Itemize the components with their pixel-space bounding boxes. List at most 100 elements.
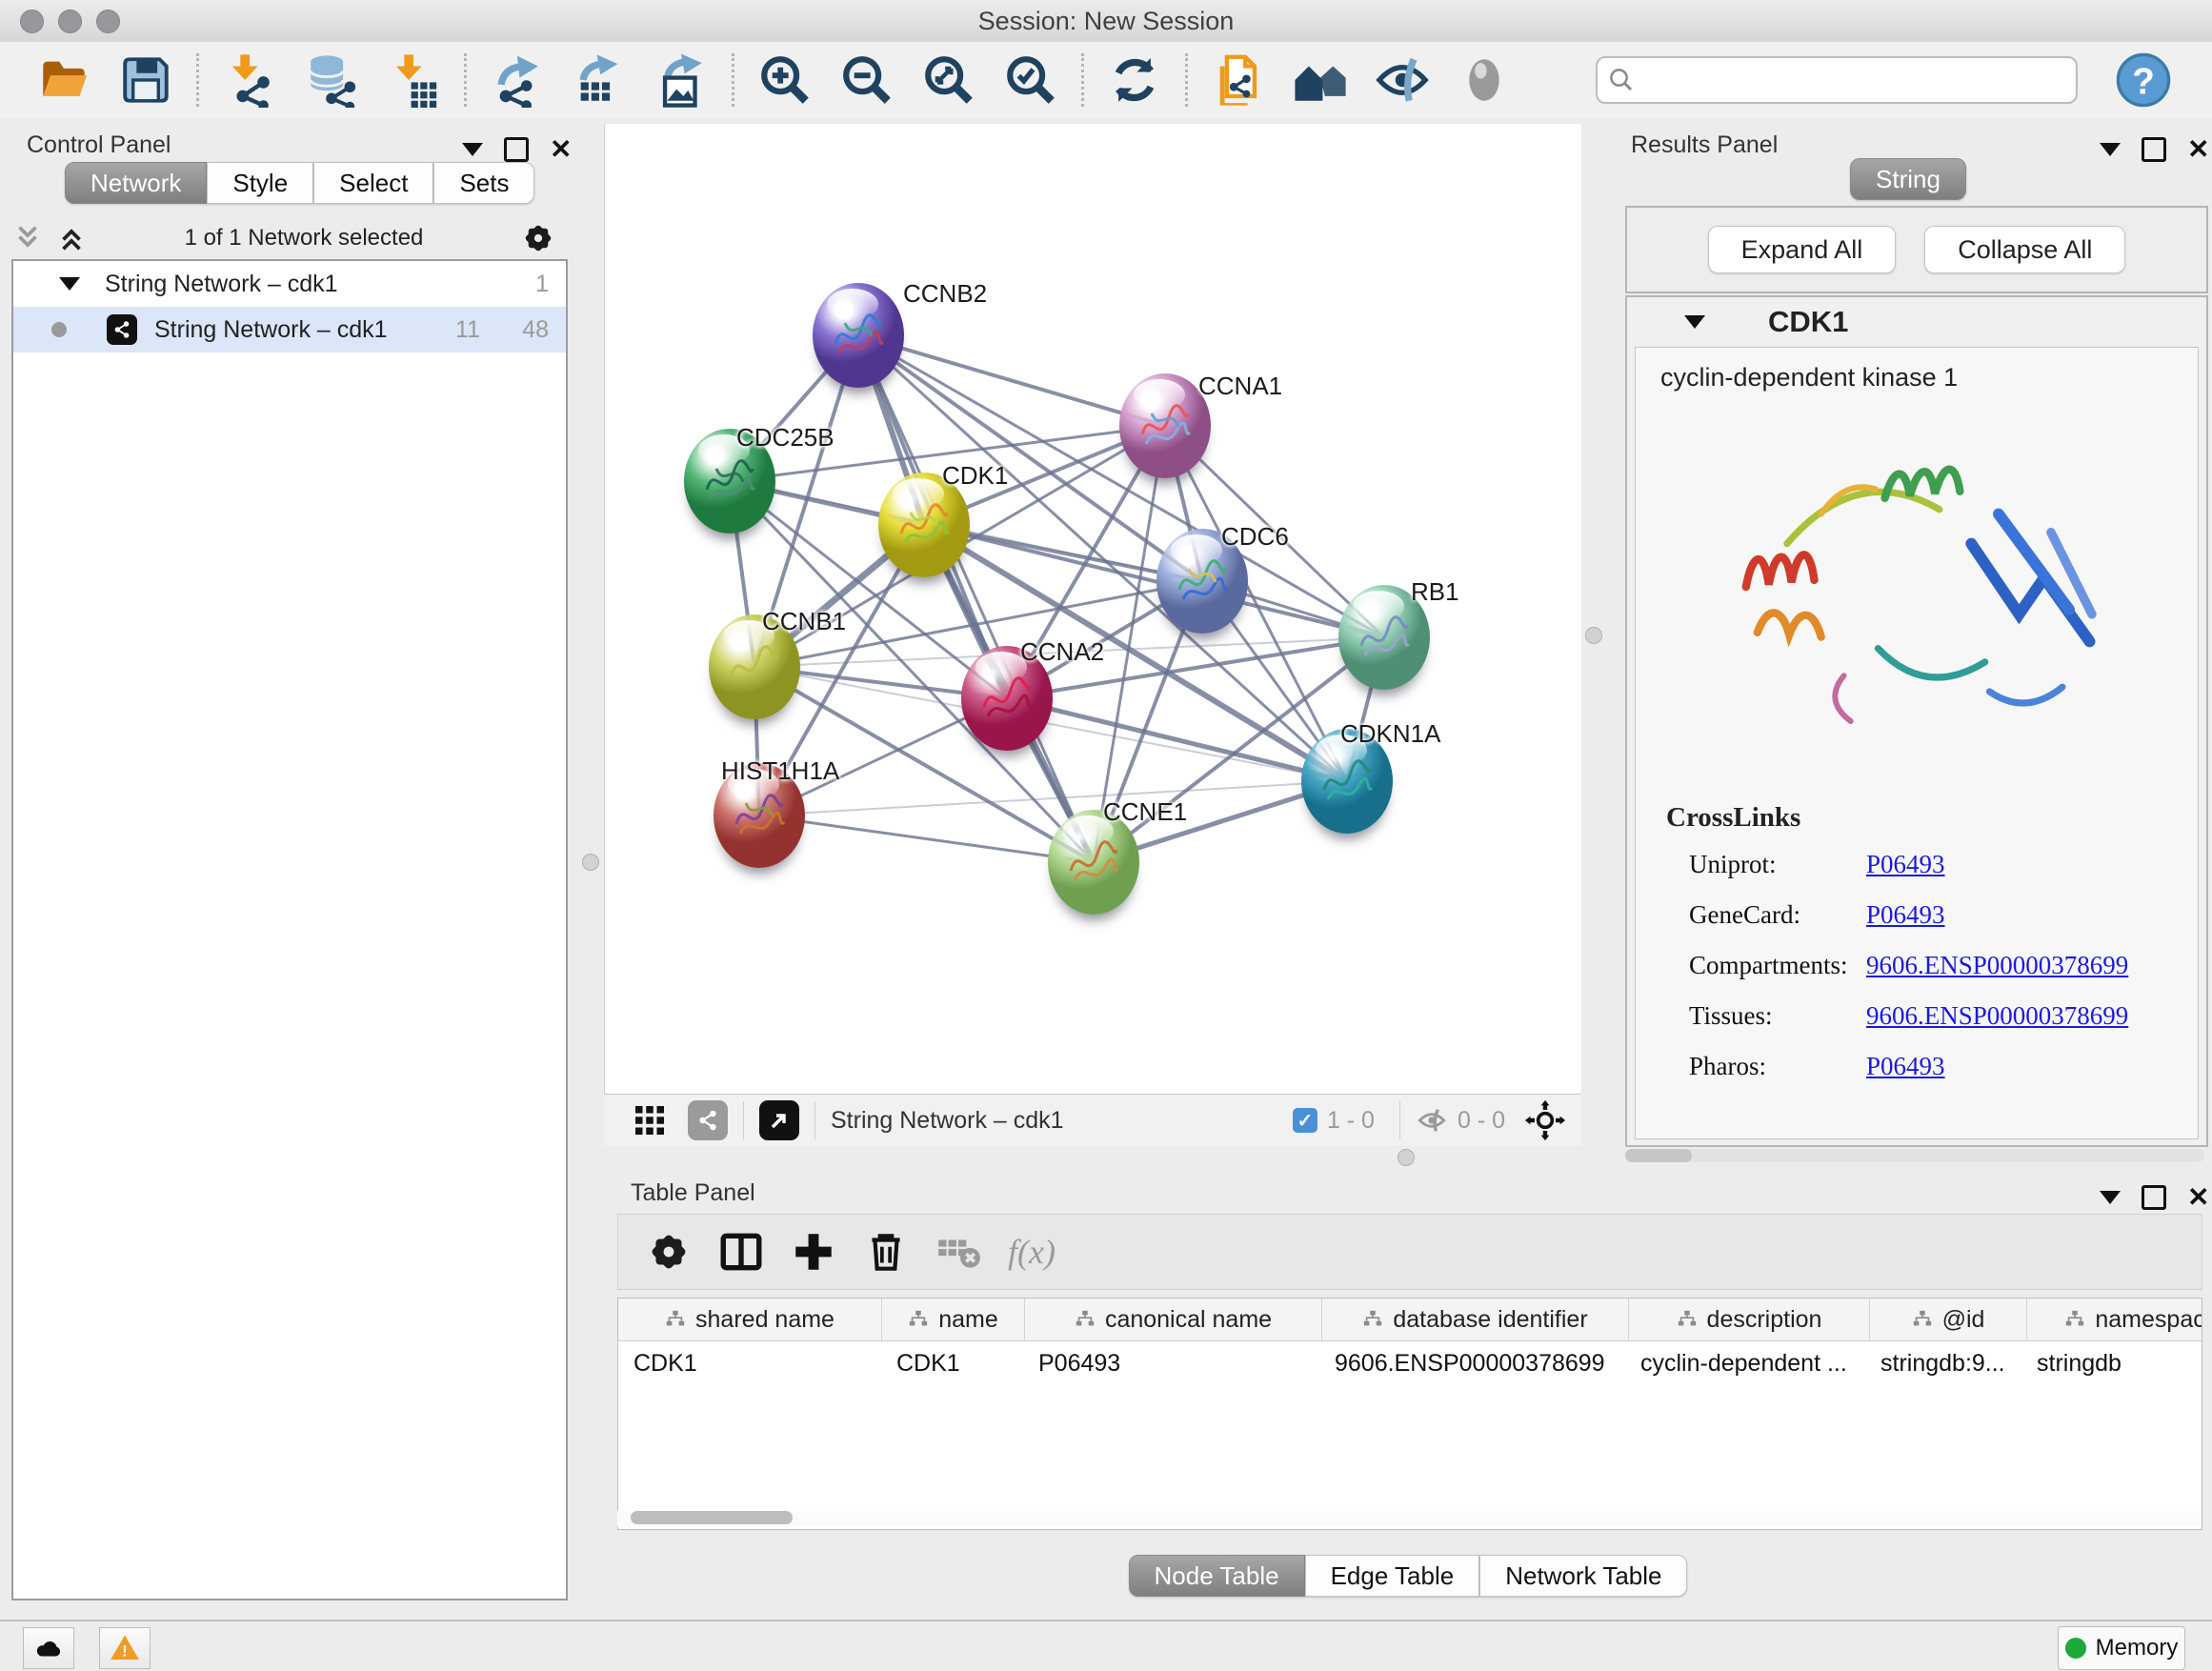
network-node-ccnb2[interactable] (813, 283, 904, 388)
control-panel-collapse-icon[interactable] (462, 143, 483, 156)
save-session-icon[interactable] (118, 52, 173, 108)
copy-network-icon[interactable] (1211, 52, 1266, 108)
tab-network-table[interactable]: Network Table (1479, 1555, 1687, 1597)
show-columns-icon[interactable] (717, 1228, 765, 1276)
column-header--id[interactable]: @id (1870, 1299, 2027, 1340)
open-session-icon[interactable] (36, 52, 91, 108)
protein-ribbon-thumbnail (1318, 754, 1376, 811)
tab-string[interactable]: String (1850, 158, 1966, 200)
network-edge[interactable] (858, 335, 1094, 862)
network-canvas[interactable]: CCNB2CCNA1CDC25BCDK1CDC6RB1CCNB1CCNA2CDK… (604, 124, 1583, 1094)
crosslink-link[interactable]: 9606.ENSP00000378699 (1866, 1001, 2128, 1031)
zoom-in-icon[interactable] (757, 52, 813, 108)
node-label-ccna1: CCNA1 (1198, 372, 1282, 401)
crosslink-link[interactable]: P06493 (1866, 850, 1945, 879)
refresh-view-icon[interactable] (1107, 52, 1162, 108)
zoom-out-icon[interactable] (839, 52, 895, 108)
memory-button[interactable]: Memory (2058, 1626, 2185, 1670)
crosslink-link[interactable]: 9606.ENSP00000378699 (1866, 951, 2128, 980)
column-header-namespace[interactable]: namespace (2027, 1299, 2202, 1340)
control-panel-float-icon[interactable] (504, 137, 529, 162)
network-collection-row[interactable]: String Network – cdk1 1 (13, 261, 566, 307)
expand-all-chevron-icon[interactable] (11, 222, 44, 254)
import-table-from-file-icon[interactable] (386, 52, 441, 108)
import-network-from-file-icon[interactable] (222, 52, 277, 108)
table-cell[interactable]: CDK1 (618, 1341, 881, 1385)
crosslink-link[interactable]: P06493 (1866, 900, 1945, 930)
tab-style[interactable]: Style (207, 162, 313, 204)
results-panel-float-icon[interactable] (2142, 137, 2166, 162)
toolbar-separator (732, 53, 734, 107)
collapse-all-chevron-icon[interactable] (55, 222, 88, 254)
add-column-icon[interactable] (790, 1228, 837, 1276)
table-panel-close-icon[interactable]: ✕ (2187, 1188, 2209, 1207)
column-header-description[interactable]: description (1629, 1299, 1870, 1340)
control-panel-close-icon[interactable]: ✕ (550, 140, 572, 159)
tab-sets[interactable]: Sets (433, 162, 534, 204)
collection-count: 1 (535, 271, 549, 298)
expand-all-button[interactable]: Expand All (1708, 226, 1897, 273)
table-row[interactable]: CDK1CDK1P064939606.ENSP00000378699cyclin… (618, 1341, 2202, 1385)
zoom-selected-icon[interactable] (1003, 52, 1058, 108)
export-image-icon[interactable] (654, 52, 709, 108)
horizontal-splitter-handle[interactable] (1398, 1149, 1415, 1166)
network-selection-summary: 1 of 1 Network selected (88, 225, 520, 252)
table-panel-float-icon[interactable] (2142, 1185, 2166, 1210)
export-table-icon[interactable] (572, 52, 627, 108)
results-panel-collapse-icon[interactable] (2100, 143, 2121, 156)
table-cell[interactable]: CDK1 (881, 1341, 1023, 1385)
tab-edge-table[interactable]: Edge Table (1305, 1555, 1480, 1597)
hide-selected-eye-slash-icon[interactable] (1375, 52, 1430, 108)
table-horizontal-scrollbar[interactable] (617, 1511, 2201, 1526)
birds-eye-view-icon[interactable] (1524, 1099, 1566, 1141)
results-panel-close-icon[interactable]: ✕ (2187, 140, 2209, 159)
table-cell[interactable]: 9606.ENSP00000378699 (1319, 1341, 1625, 1385)
tab-node-table[interactable]: Node Table (1129, 1555, 1305, 1597)
table-cell[interactable]: cyclin-dependent ... (1625, 1341, 1865, 1385)
hidden-eye-slash-icon[interactable] (1416, 1104, 1448, 1137)
table-cell[interactable]: P06493 (1023, 1341, 1319, 1385)
column-header-shared-name[interactable]: shared name (618, 1299, 882, 1340)
left-splitter-handle[interactable] (582, 854, 599, 871)
collection-expand-icon[interactable] (59, 277, 80, 291)
export-network-icon[interactable] (490, 52, 545, 108)
delete-table-icon[interactable] (935, 1228, 982, 1276)
search-input[interactable] (1636, 66, 2040, 94)
network-edge[interactable] (759, 815, 1094, 862)
column-header-label: description (1707, 1306, 1822, 1334)
column-header-canonical-name[interactable]: canonical name (1025, 1299, 1322, 1340)
right-splitter-handle[interactable] (1585, 627, 1602, 644)
table-panel-collapse-icon[interactable] (2100, 1191, 2121, 1204)
function-builder-icon[interactable]: f(x) (1008, 1232, 1056, 1272)
warnings-button[interactable]: ! (99, 1627, 151, 1669)
results-scrollbar[interactable] (1625, 1149, 2204, 1162)
home-icon[interactable] (1293, 52, 1348, 108)
network-row[interactable]: String Network – cdk1 11 48 (13, 307, 566, 352)
tab-network[interactable]: Network (65, 162, 207, 204)
table-panel-title: Table Panel (631, 1179, 755, 1207)
network-node-ccna1[interactable] (1119, 373, 1211, 478)
help-icon[interactable]: ? (2116, 52, 2171, 108)
network-options-gear-icon[interactable] (520, 220, 556, 256)
table-cell[interactable]: stringdb (2021, 1341, 2202, 1385)
network-edge[interactable] (858, 335, 1165, 426)
cloud-status-button[interactable] (23, 1627, 74, 1669)
collapse-all-button[interactable]: Collapse All (1924, 226, 2125, 273)
table-options-gear-icon[interactable] (645, 1228, 693, 1276)
toolbar-search-field[interactable] (1596, 56, 2078, 104)
show-all-eye-icon[interactable] (1457, 52, 1512, 108)
delete-column-trash-icon[interactable] (862, 1228, 910, 1276)
open-in-new-window-icon[interactable] (759, 1100, 799, 1140)
protein-card-expand-icon[interactable] (1684, 315, 1705, 329)
column-header-database-identifier[interactable]: database identifier (1322, 1299, 1629, 1340)
protein-card-header[interactable]: CDK1 (1627, 297, 2206, 347)
tab-select[interactable]: Select (313, 162, 433, 204)
selected-checkbox-icon[interactable]: ✓ (1293, 1108, 1317, 1133)
import-network-from-database-icon[interactable] (304, 52, 359, 108)
column-header-name[interactable]: name (882, 1299, 1025, 1340)
crosslink-link[interactable]: P06493 (1866, 1052, 1945, 1081)
zoom-fit-icon[interactable] (921, 52, 976, 108)
network-share-icon[interactable] (688, 1100, 728, 1140)
table-cell[interactable]: stringdb:9... (1865, 1341, 2021, 1385)
grid-view-icon[interactable] (633, 1103, 667, 1137)
